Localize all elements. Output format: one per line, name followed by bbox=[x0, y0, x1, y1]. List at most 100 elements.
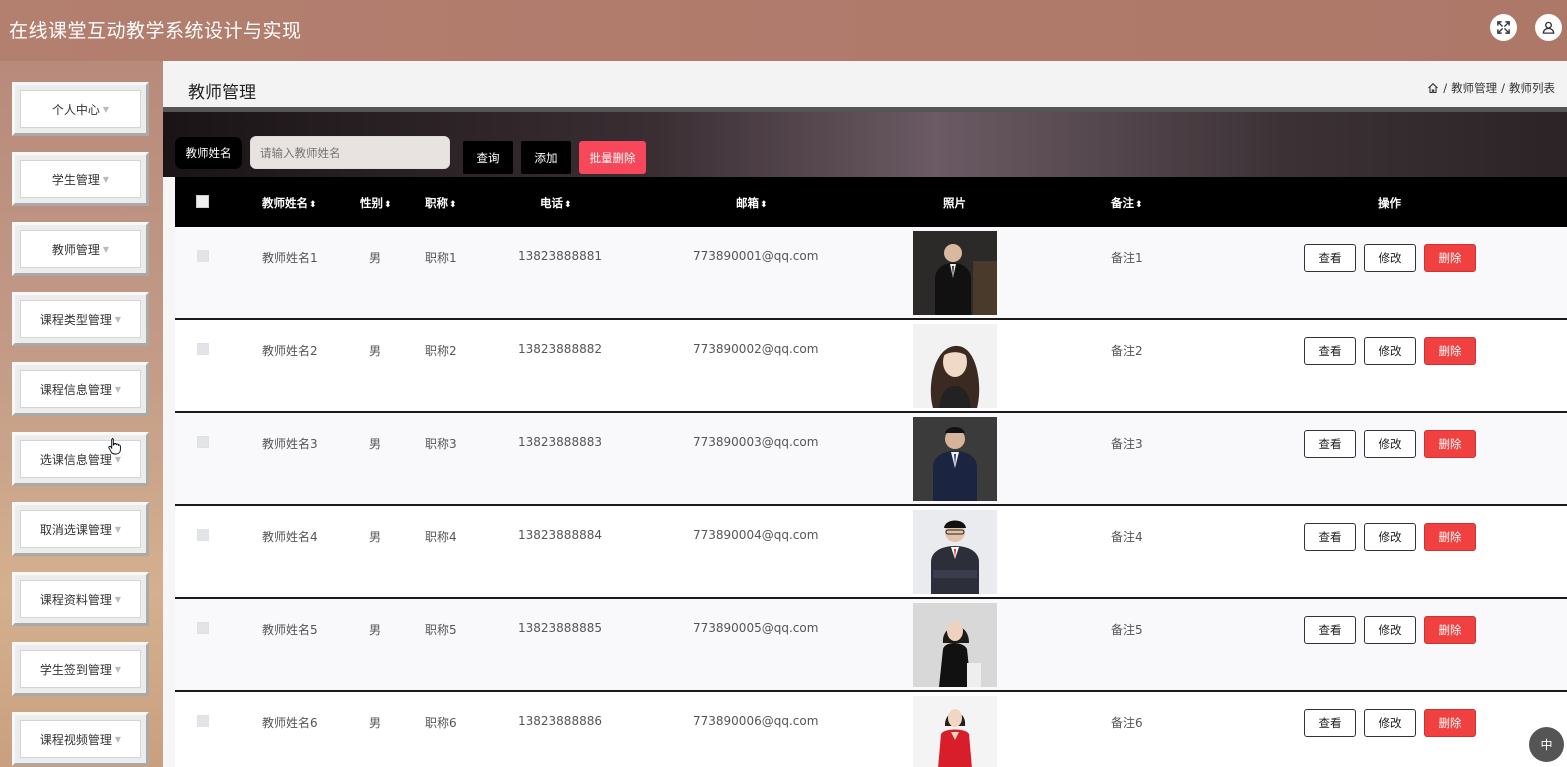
home-icon[interactable] bbox=[1427, 82, 1439, 94]
sidebar-item-course-videos[interactable]: 课程视频管理 ▼ bbox=[12, 712, 149, 766]
cell-email: 773890006@qq.com bbox=[693, 714, 819, 728]
add-button[interactable]: 添加 bbox=[521, 141, 571, 174]
cell-gender: 男 bbox=[369, 716, 382, 730]
column-header-phone[interactable]: 电话⬍ bbox=[540, 195, 572, 211]
view-button[interactable]: 查看 bbox=[1304, 430, 1356, 458]
cell-note: 备注4 bbox=[1111, 530, 1143, 544]
query-button[interactable]: 查询 bbox=[463, 141, 513, 174]
edit-button[interactable]: 修改 bbox=[1364, 337, 1416, 365]
column-header-gender[interactable]: 性别⬍ bbox=[360, 195, 392, 211]
sidebar-item-cancel-enrollment[interactable]: 取消选课管理 ▼ bbox=[12, 502, 149, 556]
sort-icon: ⬍ bbox=[309, 200, 317, 210]
teacher-table: 教师姓名⬍ 性别⬍ 职称⬍ 电话⬍ 邮箱⬍ 照片 备注⬍ 操作 教师姓名1 男 … bbox=[175, 177, 1567, 767]
sidebar-item-course-info[interactable]: 课程信息管理 ▼ bbox=[12, 362, 149, 416]
search-bar: 教师姓名 查询 添加 批量删除 bbox=[163, 107, 1567, 177]
table-row: 教师姓名3 男 职称3 13823888883 773890003@qq.com… bbox=[175, 413, 1567, 506]
delete-button[interactable]: 删除 bbox=[1424, 430, 1476, 458]
delete-button[interactable]: 删除 bbox=[1424, 337, 1476, 365]
top-header: 在线课堂互动教学系统设计与实现 bbox=[0, 0, 1567, 61]
bulk-delete-button[interactable]: 批量删除 bbox=[579, 141, 646, 174]
view-button[interactable]: 查看 bbox=[1304, 244, 1356, 272]
row-checkbox[interactable] bbox=[197, 715, 209, 727]
sidebar-item-label: 选课信息管理 bbox=[39, 452, 112, 467]
delete-button[interactable]: 删除 bbox=[1424, 616, 1476, 644]
page-header: 教师管理 / 教师管理 / 教师列表 bbox=[163, 61, 1567, 107]
sidebar-item-students[interactable]: 学生管理 ▼ bbox=[12, 152, 149, 206]
column-header-note[interactable]: 备注⬍ bbox=[1111, 195, 1143, 211]
sidebar-item-enrollment[interactable]: 选课信息管理 ▼ bbox=[12, 432, 149, 486]
cell-phone: 13823888884 bbox=[518, 528, 602, 542]
column-header-ops: 操作 bbox=[1378, 196, 1401, 210]
teacher-photo[interactable] bbox=[913, 324, 997, 408]
cell-note: 备注1 bbox=[1111, 251, 1143, 265]
sidebar-item-label: 个人中心 bbox=[51, 102, 100, 117]
hand-cursor-icon bbox=[108, 438, 121, 455]
teacher-photo[interactable] bbox=[913, 417, 997, 501]
edit-button[interactable]: 修改 bbox=[1364, 616, 1416, 644]
cell-phone: 13823888881 bbox=[518, 249, 602, 263]
table-row: 教师姓名4 男 职称4 13823888884 773890004@qq.com… bbox=[175, 506, 1567, 599]
sort-icon: ⬍ bbox=[564, 200, 572, 210]
column-header-label: 邮箱 bbox=[736, 196, 759, 210]
breadcrumb-separator: / bbox=[1443, 81, 1448, 95]
column-header-label: 教师姓名 bbox=[262, 196, 308, 210]
caret-down-icon: ▼ bbox=[114, 734, 122, 744]
cell-title: 职称6 bbox=[425, 716, 457, 730]
user-button[interactable] bbox=[1535, 14, 1562, 41]
breadcrumb-level1[interactable]: 教师管理 bbox=[1451, 80, 1497, 96]
column-header-label: 性别 bbox=[360, 196, 383, 210]
view-button[interactable]: 查看 bbox=[1304, 616, 1356, 644]
floating-translate-button[interactable]: 中 bbox=[1529, 727, 1564, 762]
sidebar-item-teachers[interactable]: 教师管理 ▼ bbox=[12, 222, 149, 276]
column-header-name[interactable]: 教师姓名⬍ bbox=[262, 195, 317, 211]
sidebar-item-course-types[interactable]: 课程类型管理 ▼ bbox=[12, 292, 149, 346]
view-button[interactable]: 查看 bbox=[1304, 337, 1356, 365]
sidebar-item-label: 课程信息管理 bbox=[39, 382, 112, 397]
cell-name: 教师姓名2 bbox=[262, 344, 318, 358]
select-all-checkbox[interactable] bbox=[196, 195, 209, 208]
cell-gender: 男 bbox=[369, 437, 382, 451]
edit-button[interactable]: 修改 bbox=[1364, 430, 1416, 458]
teacher-name-search-input[interactable] bbox=[250, 136, 450, 169]
teacher-photo[interactable] bbox=[913, 696, 997, 767]
sidebar-item-label: 课程资料管理 bbox=[39, 592, 112, 607]
row-checkbox[interactable] bbox=[197, 343, 209, 355]
sidebar-item-label: 教师管理 bbox=[51, 242, 100, 257]
sidebar-item-attendance[interactable]: 学生签到管理 ▼ bbox=[12, 642, 149, 696]
column-header-email[interactable]: 邮箱⬍ bbox=[736, 195, 768, 211]
delete-button[interactable]: 删除 bbox=[1424, 523, 1476, 551]
cell-phone: 13823888885 bbox=[518, 621, 602, 635]
column-header-title[interactable]: 职称⬍ bbox=[425, 195, 457, 211]
sort-icon: ⬍ bbox=[384, 200, 392, 210]
view-button[interactable]: 查看 bbox=[1304, 523, 1356, 551]
sidebar-item-label: 课程类型管理 bbox=[39, 312, 112, 327]
edit-button[interactable]: 修改 bbox=[1364, 523, 1416, 551]
row-checkbox[interactable] bbox=[197, 250, 209, 262]
delete-button[interactable]: 删除 bbox=[1424, 244, 1476, 272]
sidebar-item-personal-center[interactable]: 个人中心 ▼ bbox=[12, 82, 149, 136]
row-checkbox[interactable] bbox=[197, 529, 209, 541]
cell-name: 教师姓名1 bbox=[262, 251, 318, 265]
cell-name: 教师姓名6 bbox=[262, 716, 318, 730]
cell-email: 773890004@qq.com bbox=[693, 528, 819, 542]
edit-button[interactable]: 修改 bbox=[1364, 709, 1416, 737]
caret-down-icon: ▼ bbox=[114, 664, 122, 674]
cell-gender: 男 bbox=[369, 251, 382, 265]
cell-name: 教师姓名5 bbox=[262, 623, 318, 637]
row-checkbox[interactable] bbox=[197, 436, 209, 448]
cell-gender: 男 bbox=[369, 344, 382, 358]
user-icon bbox=[1542, 21, 1555, 34]
edit-button[interactable]: 修改 bbox=[1364, 244, 1416, 272]
caret-down-icon: ▼ bbox=[102, 104, 110, 114]
fullscreen-button[interactable] bbox=[1490, 14, 1517, 41]
view-button[interactable]: 查看 bbox=[1304, 709, 1356, 737]
cell-name: 教师姓名4 bbox=[262, 530, 318, 544]
row-checkbox[interactable] bbox=[197, 622, 209, 634]
teacher-photo[interactable] bbox=[913, 231, 997, 315]
sidebar-item-course-materials[interactable]: 课程资料管理 ▼ bbox=[12, 572, 149, 626]
breadcrumb-level2: 教师列表 bbox=[1509, 81, 1555, 95]
delete-button[interactable]: 删除 bbox=[1424, 709, 1476, 737]
teacher-photo[interactable] bbox=[913, 603, 997, 687]
teacher-photo[interactable] bbox=[913, 510, 997, 594]
cell-gender: 男 bbox=[369, 623, 382, 637]
